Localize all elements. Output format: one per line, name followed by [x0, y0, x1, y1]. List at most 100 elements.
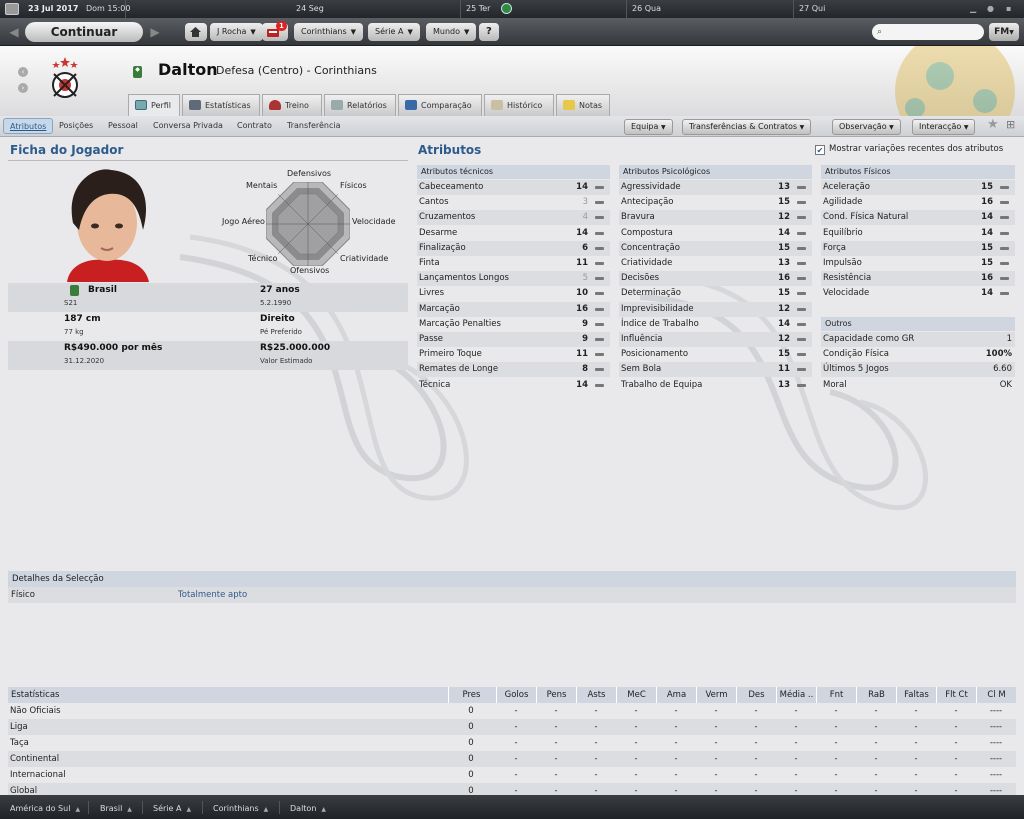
- attribute-row[interactable]: Cruzamentos 4: [417, 210, 610, 226]
- close-icon[interactable]: ▪: [1006, 4, 1011, 13]
- attribute-row[interactable]: Livres 10: [417, 286, 610, 301]
- stats-column-header[interactable]: Ama: [656, 687, 696, 703]
- attribute-row[interactable]: Passe 9: [417, 332, 610, 347]
- attribute-row[interactable]: Marcação Penalties 9: [417, 317, 610, 332]
- help-button[interactable]: ?: [479, 23, 499, 41]
- search-input[interactable]: ⌕: [872, 24, 984, 40]
- stats-column-header[interactable]: Golos: [496, 687, 536, 703]
- stats-column-header[interactable]: Verm: [696, 687, 736, 703]
- stats-column-header[interactable]: Asts: [576, 687, 616, 703]
- attribute-row[interactable]: Bravura 12: [619, 210, 812, 226]
- interaccao-menu[interactable]: Interacção ▼: [912, 119, 976, 135]
- attribute-row[interactable]: Posicionamento 15: [619, 347, 812, 362]
- stats-column-header[interactable]: Pres: [448, 687, 494, 703]
- attribute-row[interactable]: Moral OK: [821, 378, 1015, 393]
- fm-menu-button[interactable]: FM▼: [989, 23, 1019, 41]
- previous-player-icon[interactable]: ‹: [18, 67, 28, 77]
- nation[interactable]: Brasil: [88, 285, 117, 295]
- window-icon[interactable]: ●: [987, 4, 994, 13]
- attribute-row[interactable]: Últimos 5 Jogos 6.60: [821, 362, 1015, 378]
- subtab-atributos[interactable]: Atributos: [3, 118, 54, 134]
- attribute-row[interactable]: Índice de Trabalho 14: [619, 317, 812, 332]
- calendar-icon[interactable]: [5, 3, 19, 15]
- attribute-row[interactable]: Cond. Física Natural 14: [821, 210, 1015, 226]
- attribute-row[interactable]: Finalização 6: [417, 240, 610, 256]
- stats-column-header[interactable]: Estatísticas: [8, 687, 438, 703]
- attribute-row[interactable]: Determinação 15: [619, 286, 812, 301]
- stats-column-header[interactable]: Pens: [536, 687, 576, 703]
- attribute-row[interactable]: Trabalho de Equipa 13: [619, 378, 812, 393]
- calendar-day[interactable]: 24 Seg: [296, 4, 324, 13]
- stats-column-header[interactable]: Cl M: [976, 687, 1016, 703]
- tab-estatisticas[interactable]: Estatísticas: [182, 94, 260, 116]
- attribute-row[interactable]: Técnica 14: [417, 378, 610, 393]
- attribute-row[interactable]: Finta 11: [417, 256, 610, 271]
- attribute-row[interactable]: Marcação 16: [417, 301, 610, 317]
- attribute-row[interactable]: Concentração 15: [619, 240, 812, 256]
- attribute-row[interactable]: Imprevisibilidade 12: [619, 301, 812, 317]
- stats-column-header[interactable]: Flt Ct: [936, 687, 976, 703]
- attribute-row[interactable]: Cantos 3: [417, 195, 610, 210]
- attribute-row[interactable]: Primeiro Toque 11: [417, 347, 610, 362]
- tab-treino[interactable]: Treino: [262, 94, 322, 116]
- attribute-row[interactable]: Aceleração 15: [821, 180, 1015, 195]
- selection-value[interactable]: Totalmente apto: [178, 587, 247, 603]
- attribute-row[interactable]: Influência 12: [619, 332, 812, 347]
- attribute-row[interactable]: Antecipação 15: [619, 195, 812, 210]
- manager-menu[interactable]: J Rocha ▼: [210, 23, 263, 41]
- attribute-row[interactable]: Criatividade 13: [619, 256, 812, 271]
- attribute-row[interactable]: Força 15: [821, 240, 1015, 256]
- calendar-day[interactable]: 25 Ter: [466, 4, 490, 13]
- calendar-day[interactable]: 26 Qua: [632, 4, 661, 13]
- attribute-row[interactable]: Agressividade 13: [619, 180, 812, 195]
- tab-historico[interactable]: Histórico: [484, 94, 554, 116]
- stats-column-header[interactable]: RaB: [856, 687, 896, 703]
- equipa-menu[interactable]: Equipa ▼: [624, 119, 673, 135]
- attribute-row[interactable]: Remates de Longe 8: [417, 362, 610, 378]
- breadcrumb-item[interactable]: Dalton ▲: [290, 804, 326, 813]
- add-icon[interactable]: ⊞: [1006, 118, 1015, 131]
- attribute-row[interactable]: Impulsão 15: [821, 256, 1015, 271]
- tab-relatorios[interactable]: Relatórios: [324, 94, 396, 116]
- attribute-row[interactable]: Sem Bola 11: [619, 362, 812, 378]
- attribute-row[interactable]: Cabeceamento 14: [417, 180, 610, 195]
- observacao-menu[interactable]: Observação ▼: [832, 119, 901, 135]
- tab-perfil[interactable]: Perfil: [128, 94, 180, 116]
- attribute-row[interactable]: Compostura 14: [619, 226, 812, 241]
- subtab-contrato[interactable]: Contrato: [237, 121, 272, 130]
- breadcrumb-item[interactable]: Brasil ▲: [100, 804, 132, 813]
- attribute-row[interactable]: Decisões 16: [619, 271, 812, 287]
- show-changes-checkbox[interactable]: ✔: [815, 145, 825, 155]
- transfers-contracts-menu[interactable]: Transferências & Contratos ▼: [682, 119, 812, 135]
- tab-comparacao[interactable]: Comparação: [398, 94, 482, 116]
- back-arrow-icon[interactable]: ◀: [5, 22, 23, 42]
- attribute-row[interactable]: Resistência 16: [821, 271, 1015, 287]
- star-icon[interactable]: ★: [987, 117, 999, 132]
- match-club-icon[interactable]: [501, 3, 512, 14]
- attribute-row[interactable]: Lançamentos Longos 5: [417, 271, 610, 287]
- attribute-row[interactable]: Capacidade como GR 1: [821, 332, 1015, 347]
- stats-column-header[interactable]: Média ..: [776, 687, 816, 703]
- world-menu[interactable]: Mundo ▼: [426, 23, 477, 41]
- attribute-row[interactable]: Condição Física 100%: [821, 347, 1015, 362]
- attribute-row[interactable]: Velocidade 14: [821, 286, 1015, 301]
- forward-arrow-icon[interactable]: ▶: [146, 22, 164, 42]
- stats-column-header[interactable]: Faltas: [896, 687, 936, 703]
- competition-menu[interactable]: Série A ▼: [368, 23, 420, 41]
- breadcrumb-item[interactable]: Corinthians ▲: [213, 804, 268, 813]
- tab-notas[interactable]: Notas: [556, 94, 610, 116]
- stats-column-header[interactable]: MeC: [616, 687, 656, 703]
- subtab-posicoes[interactable]: Posições: [59, 121, 93, 130]
- subtab-conversa-privada[interactable]: Conversa Privada: [153, 121, 223, 130]
- minimize-icon[interactable]: ▁: [970, 4, 976, 13]
- stats-column-header[interactable]: Des: [736, 687, 776, 703]
- home-button[interactable]: [185, 23, 207, 41]
- next-player-icon[interactable]: ›: [18, 83, 28, 93]
- subtab-transferencia[interactable]: Transferência: [287, 121, 341, 130]
- attribute-row[interactable]: Agilidade 16: [821, 195, 1015, 210]
- club-menu[interactable]: Corinthians ▼: [294, 23, 364, 41]
- continue-button[interactable]: Continuar: [25, 22, 143, 42]
- attribute-row[interactable]: Desarme 14: [417, 226, 610, 241]
- breadcrumb-item[interactable]: Série A ▲: [153, 804, 191, 813]
- subtab-pessoal[interactable]: Pessoal: [108, 121, 138, 130]
